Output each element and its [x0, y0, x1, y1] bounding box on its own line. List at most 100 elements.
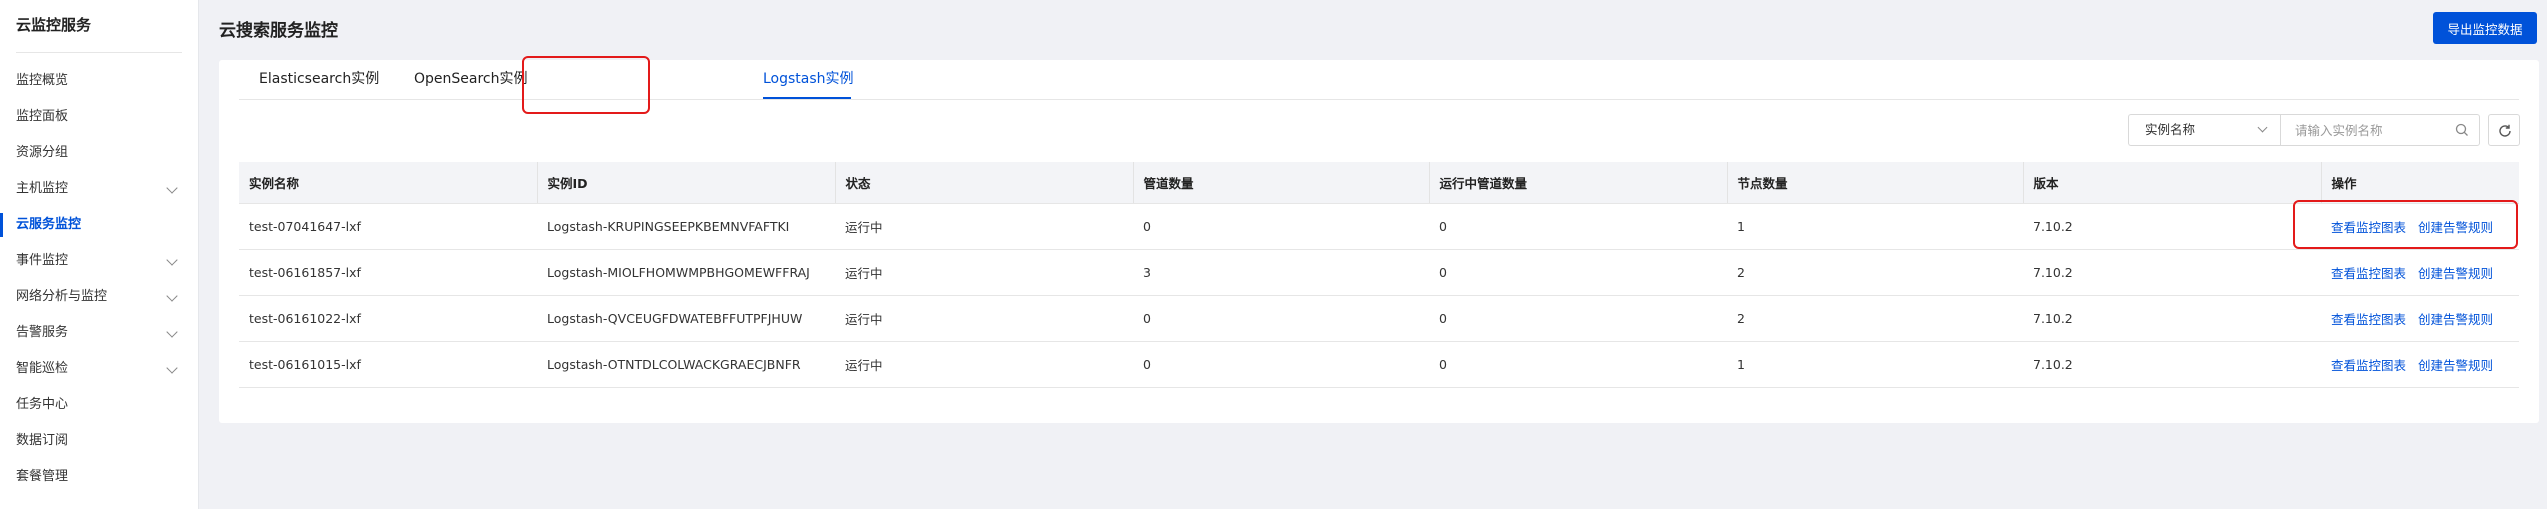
instance-name-search-input[interactable]	[2280, 114, 2480, 146]
cell-running-pipelines: 0	[1429, 341, 1727, 388]
content-card: Elasticsearch实例 OpenSearch实例 Logstash实例 …	[219, 60, 2539, 423]
cell-nodes: 1	[1727, 203, 2023, 250]
sidebar-item-1[interactable]: 监控面板	[0, 99, 198, 135]
cell-id: Logstash-OTNTDLCOLWACKGRAECJBNFR	[537, 341, 835, 388]
chevron-down-icon	[2257, 122, 2268, 133]
search-field-select-value: 实例名称	[2145, 122, 2196, 137]
sidebar-item-label: 资源分组	[16, 145, 69, 160]
view-monitoring-chart-link[interactable]: 查看监控图表	[2331, 312, 2406, 327]
cell-version: 7.10.2	[2023, 249, 2321, 296]
search-icon[interactable]	[2455, 123, 2469, 137]
sidebar-item-8[interactable]: 智能巡检	[0, 351, 198, 387]
cell-id: Logstash-KRUPINGSEEPKBEMNVFAFTKI	[537, 203, 835, 250]
cell-pipelines: 0	[1133, 295, 1429, 342]
sidebar-item-label: 监控面板	[16, 109, 69, 124]
cell-version: 7.10.2	[2023, 203, 2321, 250]
sidebar-item-11[interactable]: 套餐管理	[0, 459, 198, 495]
cell-operations: 查看监控图表 创建告警规则	[2321, 341, 2519, 388]
sidebar-item-label: 网络分析与监控	[16, 289, 108, 304]
cell-name: test-07041647-lxf	[239, 203, 537, 250]
chevron-down-icon[interactable]	[166, 290, 178, 302]
sidebar-item-label: 事件监控	[16, 253, 69, 268]
tab-elasticsearch[interactable]: Elasticsearch实例	[259, 68, 379, 88]
refresh-icon	[2499, 124, 2511, 137]
cell-nodes: 1	[1727, 341, 2023, 388]
cell-nodes: 2	[1727, 295, 2023, 342]
sidebar-item-label: 任务中心	[16, 397, 69, 412]
sidebar-item-6[interactable]: 网络分析与监控	[0, 279, 198, 315]
table-row: test-06161022-lxf Logstash-QVCEUGFDWATEBF…	[239, 295, 2519, 342]
cell-pipelines: 0	[1133, 341, 1429, 388]
sidebar-item-label: 监控概览	[16, 73, 69, 88]
search-field-select[interactable]: 实例名称	[2128, 114, 2280, 146]
sidebar-title: 云监控服务	[16, 16, 92, 34]
sidebar-item-10[interactable]: 数据订阅	[0, 423, 198, 459]
instance-table: 实例名称 实例ID 状态 管道数量 运行中管道数量 节点数量 版本 操作 test-07041…	[239, 162, 2519, 388]
sidebar-item-7[interactable]: 告警服务	[0, 315, 198, 351]
cell-pipelines: 0	[1133, 203, 1429, 250]
table-row: test-07041647-lxf Logstash-KRUPINGSEEPKBE…	[239, 203, 2519, 250]
cell-version: 7.10.2	[2023, 341, 2321, 388]
cell-running-pipelines: 0	[1429, 249, 1727, 296]
sidebar-item-label: 告警服务	[16, 325, 69, 340]
operation-links-highlight	[2293, 200, 2518, 249]
cell-operations: 查看监控图表 创建告警规则	[2321, 295, 2519, 342]
sidebar-item-label: 智能巡检	[16, 361, 69, 376]
cell-id: Logstash-QVCEUGFDWATEBFFUTPFJHUW	[537, 295, 835, 342]
refresh-button[interactable]	[2488, 114, 2520, 146]
chevron-down-icon[interactable]	[166, 182, 178, 194]
table-body: test-07041647-lxf Logstash-KRUPINGSEEPKBE…	[239, 203, 2519, 388]
sidebar: 云监控服务 监控概览监控面板资源分组主机监控云服务监控事件监控网络分析与监控 告警…	[0, 0, 199, 509]
column-header: 操作	[2320, 162, 2519, 204]
cell-operations: 查看监控图表 创建告警规则	[2321, 249, 2519, 296]
cell-status: 运行中	[835, 295, 1133, 342]
create-alarm-rule-link[interactable]: 创建告警规则	[2418, 312, 2493, 327]
cell-name: test-06161022-lxf	[239, 295, 537, 342]
column-header: 节点数量	[1726, 162, 2023, 204]
view-monitoring-chart-link[interactable]: 查看监控图表	[2331, 266, 2406, 281]
cell-name: test-06161857-lxf	[239, 249, 537, 296]
sidebar-item-4[interactable]: 云服务监控	[0, 207, 198, 243]
column-header: 实例名称	[239, 162, 537, 204]
sidebar-item-5[interactable]: 事件监控	[0, 243, 198, 279]
cell-nodes: 2	[1727, 249, 2023, 296]
cell-name: test-06161015-lxf	[239, 341, 537, 388]
create-alarm-rule-link[interactable]: 创建告警规则	[2418, 358, 2493, 373]
page-title: 云搜索服务监控	[219, 21, 338, 41]
view-monitoring-chart-link[interactable]: 查看监控图表	[2331, 358, 2406, 373]
cell-status: 运行中	[835, 203, 1133, 250]
sidebar-item-label: 主机监控	[16, 181, 69, 196]
sidebar-menu: 监控概览监控面板资源分组主机监控云服务监控事件监控网络分析与监控 告警服务智能巡检…	[0, 53, 198, 495]
chevron-down-icon[interactable]	[166, 254, 178, 266]
cell-status: 运行中	[835, 341, 1133, 388]
tab-opensearch[interactable]: OpenSearch实例	[414, 68, 528, 88]
chevron-down-icon[interactable]	[166, 326, 178, 338]
column-header: 版本	[2022, 162, 2321, 204]
sidebar-item-9[interactable]: 任务中心	[0, 387, 198, 423]
cell-running-pipelines: 0	[1429, 203, 1727, 250]
cell-running-pipelines: 0	[1429, 295, 1727, 342]
sidebar-item-3[interactable]: 主机监控	[0, 171, 198, 207]
cell-version: 7.10.2	[2023, 295, 2321, 342]
cell-pipelines: 3	[1133, 249, 1429, 296]
sidebar-item-0[interactable]: 监控概览	[0, 63, 198, 99]
column-header: 运行中管道数量	[1428, 162, 1727, 204]
tab-logstash[interactable]: Logstash实例	[763, 68, 854, 88]
column-header: 实例ID	[536, 162, 835, 204]
table-row: test-06161015-lxf Logstash-OTNTDLCOLWACKG…	[239, 341, 2519, 388]
sidebar-item-label: 套餐管理	[16, 469, 69, 484]
logstash-tab-highlight	[522, 56, 650, 114]
column-header: 状态	[834, 162, 1133, 204]
sidebar-item-label: 云服务监控	[16, 217, 82, 232]
cell-status: 运行中	[835, 249, 1133, 296]
active-tab-underline	[763, 97, 851, 99]
column-header: 管道数量	[1132, 162, 1429, 204]
table-header-row: 实例名称 实例ID 状态 管道数量 运行中管道数量 节点数量 版本 操作	[239, 162, 2519, 204]
sidebar-item-label: 数据订阅	[16, 433, 69, 448]
create-alarm-rule-link[interactable]: 创建告警规则	[2418, 266, 2493, 281]
chevron-down-icon[interactable]	[166, 362, 178, 374]
cell-id: Logstash-MIOLFHOMWMPBHGOMEWFFRAJ	[537, 249, 835, 296]
sidebar-item-2[interactable]: 资源分组	[0, 135, 198, 171]
export-monitoring-data-button[interactable]: 导出监控数据	[2433, 12, 2537, 44]
table-row: test-06161857-lxf Logstash-MIOLFHOMWMPBHG…	[239, 249, 2519, 296]
